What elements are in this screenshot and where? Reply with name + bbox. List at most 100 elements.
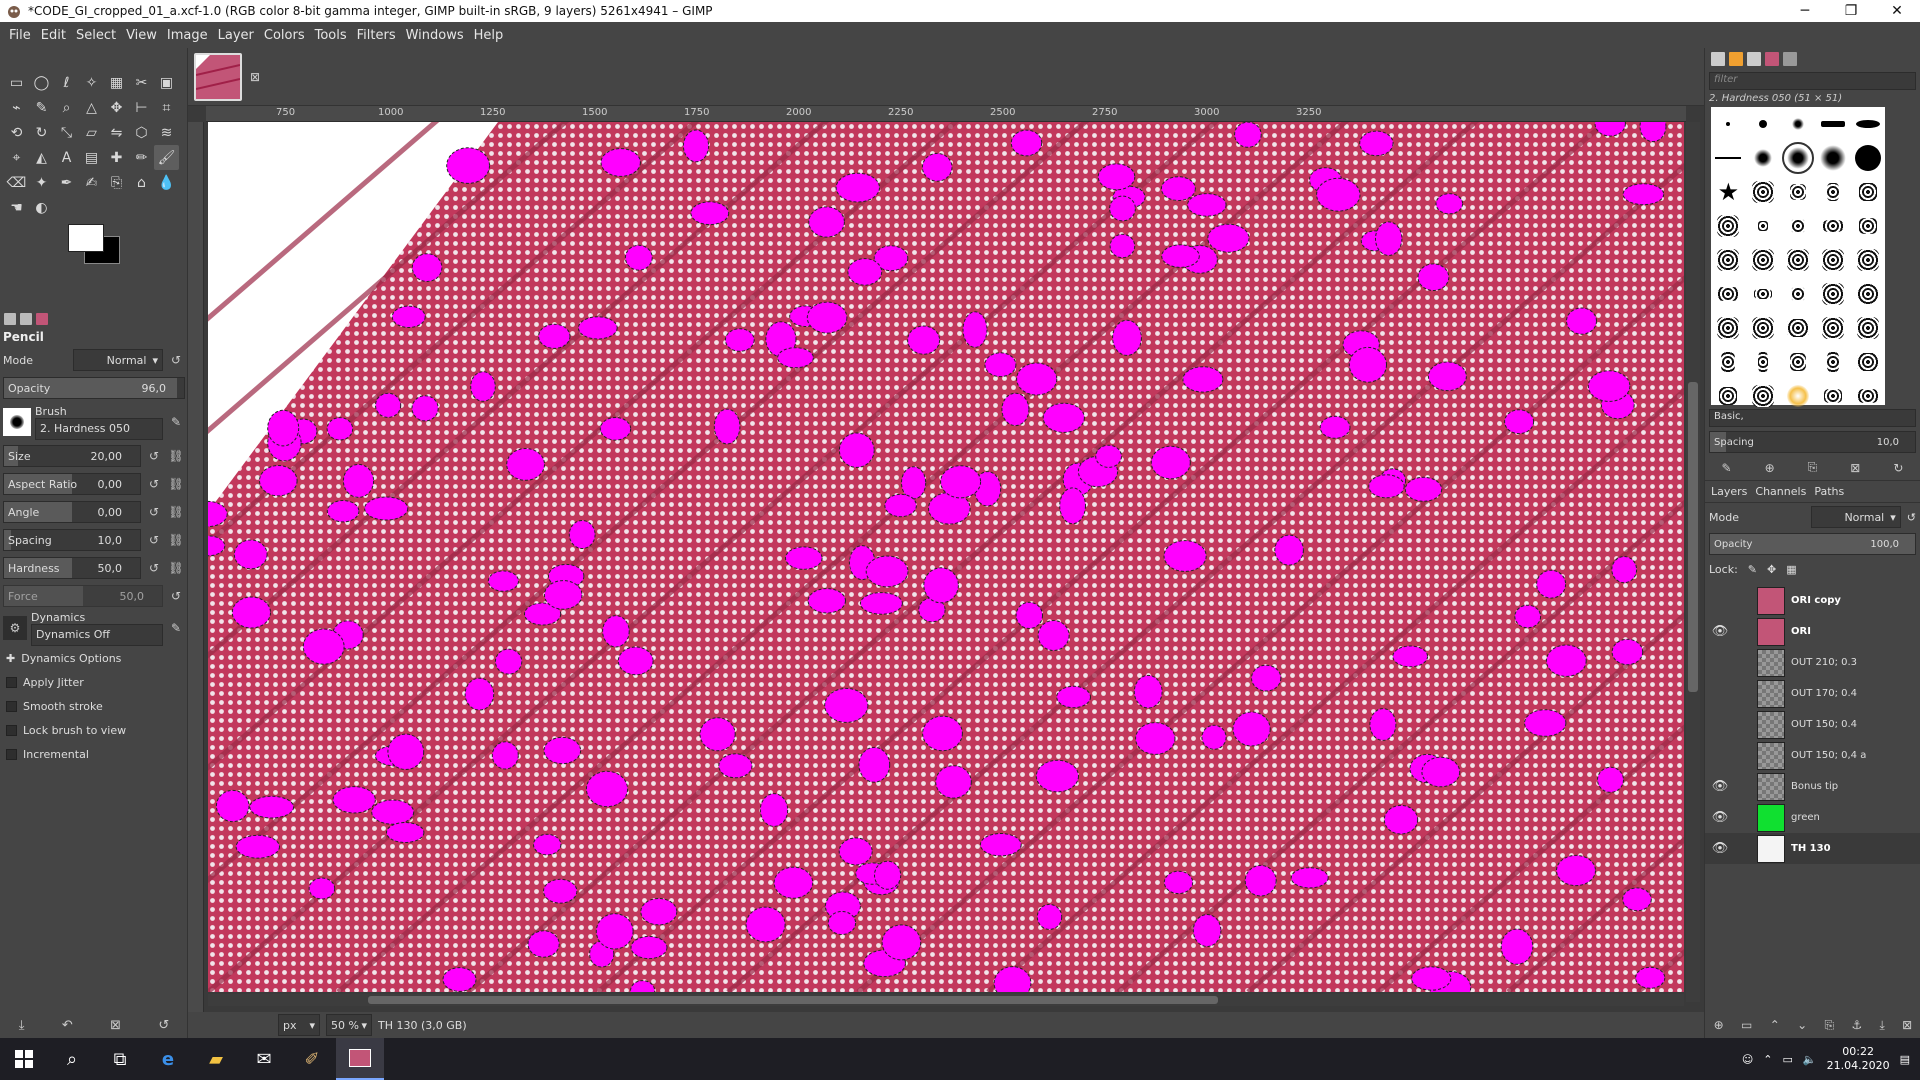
perspective-clone-icon[interactable]: ⌂ — [129, 170, 154, 195]
brush-hardness-050-icon[interactable] — [1781, 142, 1814, 174]
edit-brush-icon[interactable]: ✎ — [1722, 461, 1732, 475]
reset-force-icon[interactable]: ↺ — [167, 585, 185, 607]
brush-preview[interactable] — [3, 408, 31, 436]
align-icon[interactable]: ⊢ — [129, 95, 154, 120]
reset-spacing-icon[interactable]: ↺ — [145, 529, 163, 551]
apply-jitter-checkbox[interactable]: Apply Jitter — [0, 670, 188, 694]
brush-texture-29-icon[interactable] — [1856, 353, 1879, 371]
vertical-scroll-thumb[interactable] — [1688, 382, 1698, 692]
brush-texture-23-icon[interactable] — [1821, 317, 1844, 339]
brush-texture-18-icon[interactable] — [1821, 283, 1844, 305]
image-canvas[interactable] — [208, 122, 1684, 992]
layer-row[interactable]: 👁 Bonus tip — [1705, 771, 1920, 802]
menu-view[interactable]: View — [121, 28, 162, 43]
edit-brush-icon[interactable]: ✎ — [167, 411, 185, 433]
reset-options-icon[interactable]: ↺ — [158, 1018, 169, 1033]
volume-icon[interactable]: 🔈 — [1803, 1053, 1817, 1066]
tab-channels[interactable]: Channels — [1755, 485, 1806, 498]
brush-soft-icon[interactable] — [1791, 118, 1804, 130]
brush-texture-33-icon[interactable] — [1857, 389, 1878, 403]
network-icon[interactable]: ▭ — [1783, 1053, 1793, 1066]
scissors-icon[interactable]: ✂ — [129, 70, 154, 95]
brush-texture-19-icon[interactable] — [1857, 284, 1878, 304]
lock-pixels-icon[interactable]: ✎ — [1748, 563, 1757, 576]
brush-hardness-075-icon[interactable] — [1819, 145, 1846, 171]
handle-transform-icon[interactable]: ⌖ — [4, 145, 29, 170]
brush-texture-12-icon[interactable] — [1786, 249, 1809, 271]
brush-texture-24-icon[interactable] — [1856, 317, 1879, 339]
raise-layer-icon[interactable]: ⌃ — [1770, 1018, 1780, 1032]
layer-name[interactable]: Bonus tip — [1791, 781, 1838, 792]
reset-mode-icon[interactable]: ↺ — [167, 349, 185, 371]
airbrush-icon[interactable]: ✦ — [29, 170, 54, 195]
crop-icon[interactable]: ⌗ — [154, 95, 179, 120]
refresh-brushes-icon[interactable]: ↻ — [1893, 461, 1903, 475]
menu-tools[interactable]: Tools — [310, 28, 352, 43]
dynamics-options-expander[interactable]: ✚ Dynamics Options — [0, 646, 188, 670]
gimp-taskbar-icon[interactable]: ✐ — [288, 1038, 336, 1080]
file-explorer-icon[interactable]: ▰ — [192, 1038, 240, 1080]
layer-mode-select[interactable]: Normal ▾ — [1810, 506, 1901, 528]
brush-hardness-100-icon[interactable] — [1854, 145, 1881, 171]
layer-name[interactable]: OUT 150; 0,4 a — [1791, 750, 1866, 761]
brush-texture-9-icon[interactable] — [1858, 218, 1877, 234]
brush-spacing-slider[interactable]: Spacing 10,0 — [1709, 431, 1916, 453]
anchor-layer-icon[interactable]: ⚓ — [1851, 1018, 1862, 1032]
layer-mode-reset-icon[interactable]: ↺ — [1907, 511, 1916, 524]
brush-texture-16-icon[interactable] — [1754, 289, 1773, 299]
shear-icon[interactable]: ▱ — [79, 120, 104, 145]
lower-layer-icon[interactable]: ⌄ — [1797, 1018, 1807, 1032]
edge-icon[interactable]: e — [144, 1038, 192, 1080]
foreground-select-icon[interactable]: ▣ — [154, 70, 179, 95]
brush-texture-25-icon[interactable] — [1721, 352, 1736, 372]
warp-icon[interactable]: ≋ — [154, 120, 179, 145]
mode-select[interactable]: Normal ▾ — [73, 349, 163, 371]
mail-icon[interactable]: ✉ — [240, 1038, 288, 1080]
zoom-icon[interactable]: ⌕ — [54, 95, 79, 120]
bucket-fill-icon[interactable]: ◭ — [29, 145, 54, 170]
lasso-icon[interactable]: ℓ — [54, 70, 79, 95]
rotate-icon[interactable]: ↻ — [29, 120, 54, 145]
brush-texture-20-icon[interactable] — [1717, 317, 1740, 339]
dodge-icon[interactable]: ◐ — [29, 195, 54, 220]
layer-name[interactable]: ORI — [1791, 626, 1811, 637]
link-spacing-icon[interactable]: ⛓ — [167, 529, 185, 551]
brush-ellipse-icon[interactable] — [1855, 120, 1880, 128]
minimize-button[interactable]: ─ — [1782, 0, 1828, 22]
brush-texture-2-icon[interactable] — [1789, 184, 1806, 200]
layer-row[interactable]: ORI copy — [1705, 585, 1920, 616]
brush-texture-7-icon[interactable] — [1790, 219, 1805, 233]
merge-layer-icon[interactable]: ⤓ — [1880, 1018, 1885, 1033]
brush-gold-icon[interactable] — [1786, 385, 1809, 407]
tool-options-tab-icon[interactable] — [4, 313, 16, 325]
eye-icon[interactable]: 👁 — [1705, 624, 1735, 639]
document-history-tab-icon[interactable] — [1765, 52, 1779, 66]
fuzzy-select-icon[interactable]: ✧ — [79, 70, 104, 95]
undo-tab-icon[interactable] — [1783, 52, 1797, 66]
opacity-slider[interactable]: Opacity 96,0 — [3, 377, 185, 399]
tab-layers[interactable]: Layers — [1711, 485, 1747, 498]
scale-icon[interactable]: ⤡ — [54, 120, 79, 145]
force-slider[interactable]: Force 50,0 — [3, 585, 163, 607]
delete-brush-icon[interactable]: ⊠ — [1850, 461, 1860, 475]
edit-dynamics-icon[interactable]: ✎ — [167, 617, 185, 639]
brush-texture-6-icon[interactable] — [1758, 221, 1769, 231]
horizontal-scroll-thumb[interactable] — [368, 996, 1218, 1004]
layer-name[interactable]: OUT 150; 0.4 — [1791, 719, 1857, 730]
smudge-icon[interactable]: ☚ — [4, 195, 29, 220]
brush-texture-26-icon[interactable] — [1758, 352, 1769, 372]
menu-help[interactable]: Help — [469, 28, 509, 43]
text-icon[interactable]: A — [54, 145, 79, 170]
horizontal-scrollbar[interactable] — [208, 994, 1684, 1006]
brush-hardness-025-icon[interactable] — [1754, 149, 1773, 167]
image-tab-thumbnail[interactable] — [194, 53, 242, 101]
link-angle-icon[interactable]: ⛓ — [167, 501, 185, 523]
brush-texture-11-icon[interactable] — [1752, 249, 1775, 271]
person-icon[interactable]: ☺ — [1742, 1053, 1753, 1066]
foreground-color[interactable] — [68, 224, 104, 252]
reset-size-icon[interactable]: ↺ — [145, 445, 163, 467]
clock[interactable]: 00:22 21.04.2020 — [1827, 1045, 1890, 1073]
brush-texture-5-icon[interactable] — [1717, 215, 1740, 237]
measure-icon[interactable]: △ — [79, 95, 104, 120]
paths-icon[interactable]: ⌁ — [4, 95, 29, 120]
